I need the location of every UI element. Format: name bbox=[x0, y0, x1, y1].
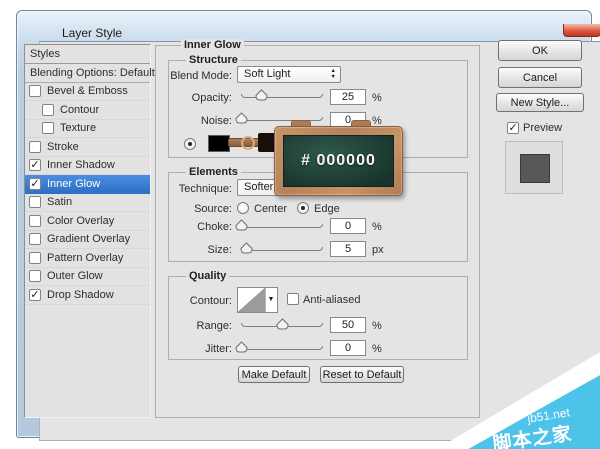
screenshot-root: Layer Style Styles Blending Options: Def… bbox=[0, 0, 600, 449]
jitter-slider-thumb[interactable] bbox=[235, 341, 248, 353]
choke-slider-thumb[interactable] bbox=[235, 219, 248, 231]
size-label: Size: bbox=[140, 244, 232, 256]
range-slider-thumb[interactable] bbox=[276, 318, 289, 330]
opacity-slider-thumb[interactable] bbox=[255, 89, 268, 101]
sidebar-item-pattern-overlay[interactable]: Pattern Overlay bbox=[25, 249, 150, 268]
sidebar-item-outer-glow[interactable]: Outer Glow bbox=[25, 268, 150, 287]
size-slider-track[interactable] bbox=[241, 247, 323, 251]
noise-label: Noise: bbox=[140, 115, 232, 127]
checkbox[interactable] bbox=[29, 141, 41, 153]
opacity-slider-track[interactable] bbox=[241, 94, 323, 98]
sidebar-item-texture[interactable]: Texture bbox=[25, 120, 150, 139]
quality-legend: Quality bbox=[186, 270, 229, 282]
choke-label: Choke: bbox=[140, 221, 232, 233]
chalkboard-surface: # 000000 bbox=[283, 135, 394, 187]
noise-slider-thumb[interactable] bbox=[235, 112, 248, 124]
sidebar-item-contour[interactable]: Contour bbox=[25, 101, 150, 120]
checkbox[interactable] bbox=[29, 270, 41, 282]
size-unit: px bbox=[372, 244, 384, 256]
sidebar-item-color-overlay[interactable]: Color Overlay bbox=[25, 212, 150, 231]
sidebar-item-stroke[interactable]: Stroke bbox=[25, 138, 150, 157]
checkbox[interactable]: ✓ bbox=[29, 289, 41, 301]
source-center-label: Center bbox=[254, 203, 287, 215]
chevron-down-icon: ▼ bbox=[266, 296, 276, 303]
choke-slider-track[interactable] bbox=[241, 224, 323, 228]
glow-color-radio[interactable] bbox=[184, 138, 196, 150]
choke-unit: % bbox=[372, 221, 382, 233]
preview-layer-square bbox=[520, 154, 550, 183]
color-hex-tooltip: # 000000 bbox=[274, 126, 403, 196]
panel-title: Inner Glow bbox=[181, 39, 244, 51]
preview-thumbnail bbox=[505, 141, 563, 194]
checkbox[interactable] bbox=[29, 85, 41, 97]
hex-color-value: # 000000 bbox=[301, 152, 376, 170]
preview-label: Preview bbox=[523, 122, 562, 134]
tooltip-connector-ring bbox=[241, 136, 255, 150]
styles-list-empty-space bbox=[25, 305, 150, 418]
glow-color-swatch[interactable] bbox=[208, 135, 230, 152]
structure-legend: Structure bbox=[186, 54, 241, 66]
sidebar-item-bevel-emboss[interactable]: Bevel & Emboss bbox=[25, 83, 150, 102]
size-slider-thumb[interactable] bbox=[240, 242, 253, 254]
range-label: Range: bbox=[140, 320, 232, 332]
reset-to-default-button[interactable]: Reset to Default bbox=[320, 366, 404, 383]
size-value-input[interactable]: 5 bbox=[330, 241, 366, 257]
sidebar-item-blending-options[interactable]: Blending Options: Default bbox=[25, 64, 150, 83]
make-default-button[interactable]: Make Default bbox=[238, 366, 310, 383]
noise-slider-track[interactable] bbox=[241, 117, 323, 121]
sidebar-item-drop-shadow[interactable]: ✓ Drop Shadow bbox=[25, 286, 150, 305]
sidebar-item-satin[interactable]: Satin bbox=[25, 194, 150, 213]
source-edge-label: Edge bbox=[314, 203, 340, 215]
checkbox[interactable]: ✓ bbox=[29, 178, 41, 190]
checkbox[interactable] bbox=[29, 215, 41, 227]
checkbox[interactable] bbox=[29, 196, 41, 208]
source-center-radio[interactable] bbox=[237, 202, 249, 214]
jitter-unit: % bbox=[372, 343, 382, 355]
new-style-button[interactable]: New Style... bbox=[496, 93, 584, 112]
sidebar-item-inner-shadow[interactable]: ✓ Inner Shadow bbox=[25, 157, 150, 176]
dialog-title: Layer Style bbox=[62, 26, 122, 40]
checkbox[interactable] bbox=[42, 122, 54, 134]
styles-list-header: Styles bbox=[25, 45, 150, 64]
contour-label: Contour: bbox=[140, 295, 232, 307]
updown-arrows-icon: ▲▼ bbox=[331, 69, 336, 80]
source-label: Source: bbox=[160, 203, 232, 215]
checkbox[interactable]: ✓ bbox=[29, 159, 41, 171]
sidebar-item-gradient-overlay[interactable]: Gradient Overlay bbox=[25, 231, 150, 250]
ok-button[interactable]: OK bbox=[498, 40, 582, 61]
blend-mode-select[interactable]: Soft Light ▲▼ bbox=[237, 66, 341, 83]
antialiased-checkbox[interactable] bbox=[287, 293, 299, 305]
source-edge-radio[interactable] bbox=[297, 202, 309, 214]
antialiased-label: Anti-aliased bbox=[303, 294, 360, 306]
opacity-value-input[interactable]: 25 bbox=[330, 89, 366, 105]
preview-checkbox[interactable]: ✓ bbox=[507, 122, 519, 134]
jitter-value-input[interactable]: 0 bbox=[330, 340, 366, 356]
opacity-label: Opacity: bbox=[140, 92, 232, 104]
choke-value-input[interactable]: 0 bbox=[330, 218, 366, 234]
range-value-input[interactable]: 50 bbox=[330, 317, 366, 333]
contour-picker[interactable]: ▼ bbox=[237, 287, 278, 313]
checkbox[interactable] bbox=[42, 104, 54, 116]
jitter-label: Jitter: bbox=[140, 343, 232, 355]
cancel-button[interactable]: Cancel bbox=[498, 67, 582, 88]
opacity-unit: % bbox=[372, 92, 382, 104]
elements-legend: Elements bbox=[186, 166, 241, 178]
checkbox[interactable] bbox=[29, 252, 41, 264]
contour-thumbnail bbox=[238, 288, 266, 312]
technique-label: Technique: bbox=[130, 183, 232, 195]
jitter-slider-track[interactable] bbox=[241, 346, 323, 350]
range-unit: % bbox=[372, 320, 382, 332]
styles-list: Styles Blending Options: Default Bevel &… bbox=[24, 44, 151, 418]
blend-mode-label: Blend Mode: bbox=[140, 70, 232, 82]
close-icon[interactable] bbox=[563, 24, 600, 37]
checkbox[interactable] bbox=[29, 233, 41, 245]
